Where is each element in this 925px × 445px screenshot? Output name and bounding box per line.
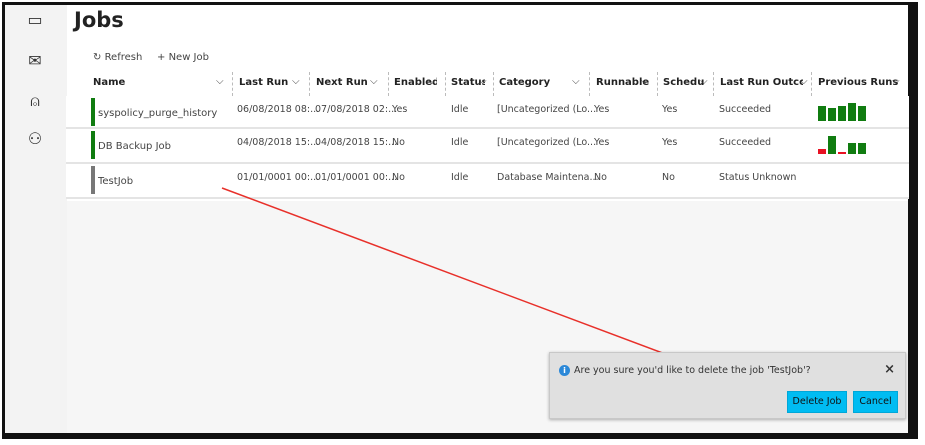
cancel-button[interactable]: Cancel xyxy=(853,391,898,413)
delete-job-button[interactable]: Delete Job xyxy=(787,391,847,413)
info-icon: i xyxy=(559,365,570,376)
close-icon[interactable]: × xyxy=(884,362,895,377)
delete-confirm-dialog: i Are you sure you'd like to delete the … xyxy=(549,352,906,419)
dialog-message: Are you sure you'd like to delete the jo… xyxy=(574,365,811,376)
